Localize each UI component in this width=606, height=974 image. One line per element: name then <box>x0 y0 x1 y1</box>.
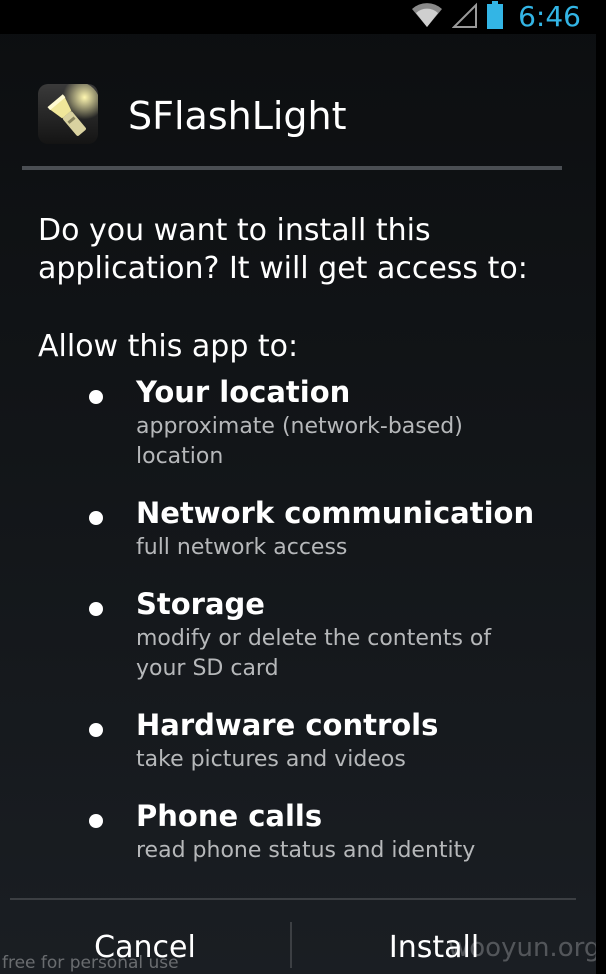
permission-title: Your location <box>136 375 351 409</box>
screen-edge <box>596 34 606 974</box>
install-question: Do you want to install this application?… <box>38 213 528 286</box>
permission-title: Phone calls <box>136 799 323 833</box>
permission-description: take pictures and videos <box>136 747 406 772</box>
status-time: 6:46 <box>518 0 581 33</box>
flashlight-icon <box>38 84 98 144</box>
status-bar: 6:46 <box>0 0 606 34</box>
permission-description: full network access <box>136 535 348 560</box>
watermark-right: wooyun.org <box>448 933 601 963</box>
bullet-icon <box>89 602 103 616</box>
permission-description: approximate (network-based) location <box>136 414 463 469</box>
button-bar-divider <box>10 898 576 900</box>
battery-icon <box>486 0 504 34</box>
permission-title: Hardware controls <box>136 708 439 742</box>
wifi-icon <box>410 1 444 33</box>
bullet-icon <box>89 814 103 828</box>
status-icons: 6:46 <box>410 0 581 34</box>
allow-label: Allow this app to: <box>38 329 299 364</box>
watermark-left: free for personal use <box>2 953 179 973</box>
permission-title: Storage <box>136 587 265 621</box>
bullet-icon <box>89 390 103 404</box>
permission-description: read phone status and identity <box>136 838 476 863</box>
permission-title: Network communication <box>136 496 535 530</box>
header-divider <box>22 166 562 170</box>
signal-icon <box>451 1 478 33</box>
app-title: SFlashLight <box>128 94 347 138</box>
bullet-icon <box>89 511 103 525</box>
bullet-icon <box>89 723 103 737</box>
permission-description: modify or delete the contents of your SD… <box>136 626 492 681</box>
